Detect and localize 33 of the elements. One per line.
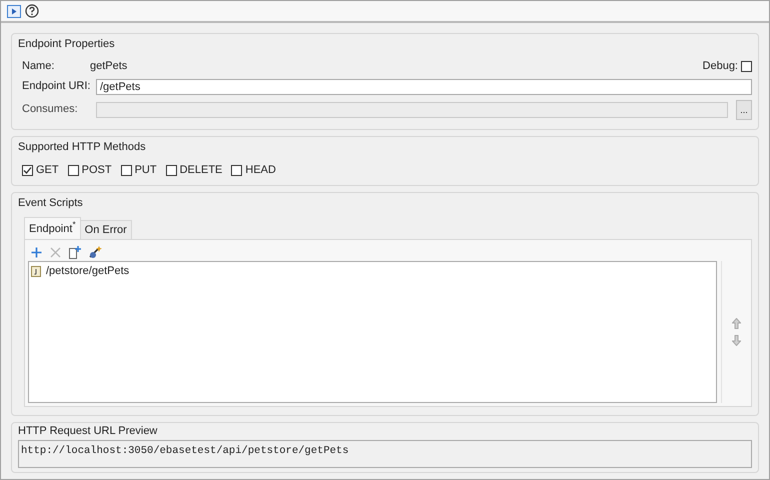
method-checkbox[interactable] [166,164,177,176]
script-file-icon [31,266,41,277]
section-title: Supported HTTP Methods [18,140,147,154]
new-document-icon[interactable] [69,246,81,258]
browse-button[interactable]: ... [736,100,752,120]
method-checkbox[interactable] [22,164,33,176]
checkbox-label: POST [82,163,112,178]
field-label: Name: [22,59,56,74]
section-title: Endpoint Properties [18,37,116,52]
url-text: http://localhost:3050/ebasetest/api/petstore/getPets [21,445,349,457]
method-checkbox[interactable] [68,164,79,176]
section-title: Event Scripts [18,196,84,210]
method-checkbox[interactable] [231,164,242,176]
consumes-input-field[interactable] [96,102,728,118]
field-label: Debug: [702,59,738,74]
uri-input-field[interactable]: /getPets [96,78,752,94]
checkbox-label: PUT [134,163,157,178]
tab[interactable]: Endpoint$^{*}$ [24,217,81,239]
field-label: Consumes: [22,102,79,118]
script-item[interactable]: /petstore/getPets [46,263,130,280]
add-icon[interactable] [31,246,42,258]
section-title: HTTP Request URL Preview [18,424,158,438]
run-icon[interactable] [7,4,21,18]
method-checkbox[interactable] [120,164,132,176]
field-label: Endpoint URI: [22,79,92,94]
help-icon[interactable] [25,4,39,18]
name-value: getPets [90,59,128,74]
checkbox-label: HEAD [245,163,276,178]
checkbox-label: DELETE [180,163,222,178]
debug-checkbox[interactable] [741,61,752,72]
checkbox-label: GET [36,163,59,178]
tab[interactable]: On Error [80,220,132,239]
wizard-icon[interactable] [89,246,102,258]
